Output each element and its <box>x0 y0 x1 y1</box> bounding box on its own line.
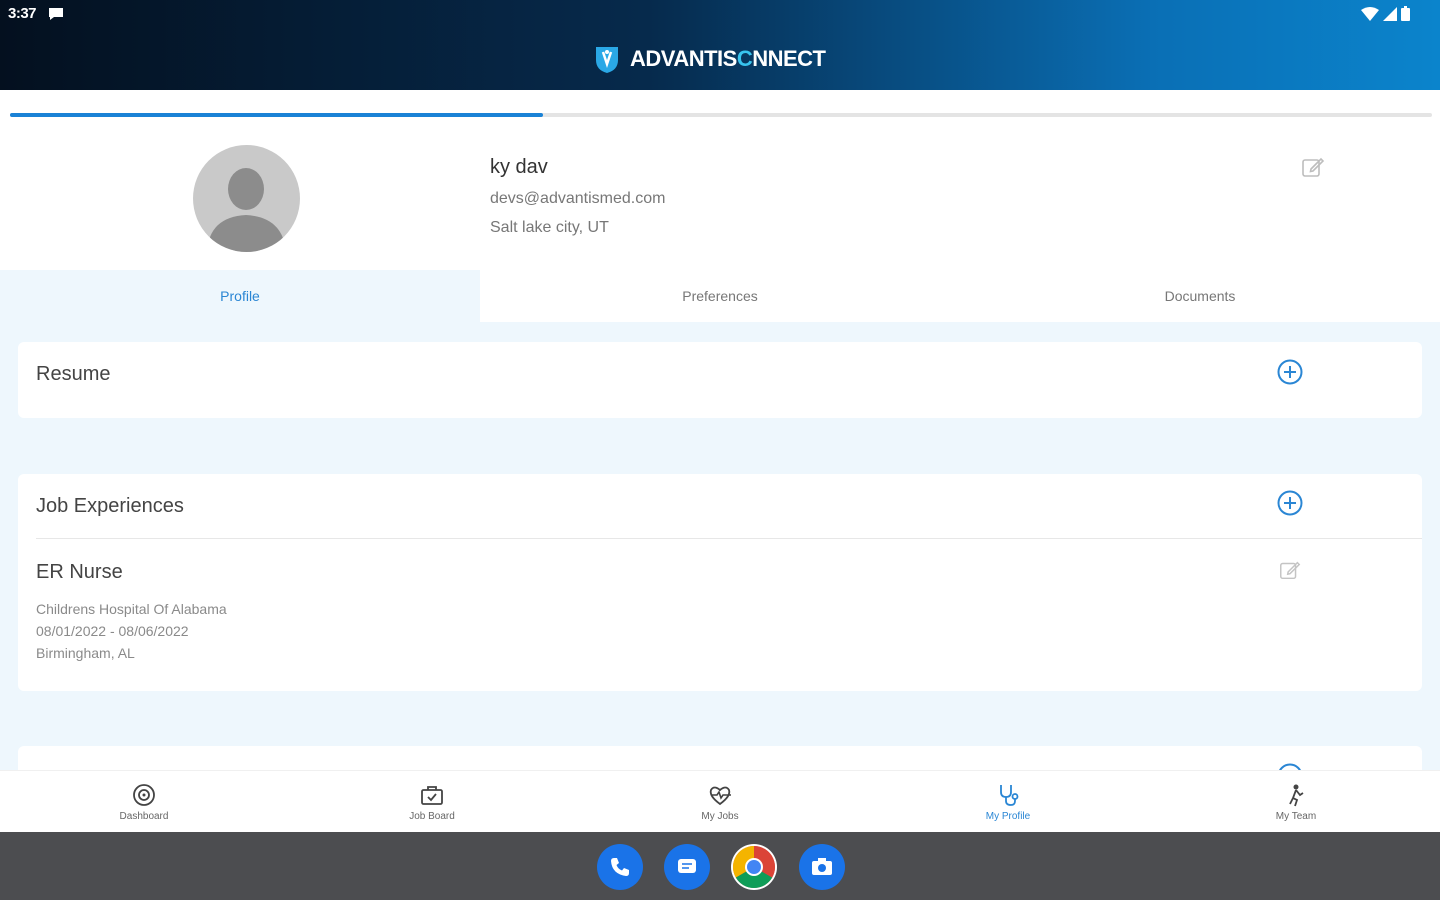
nav-dashboard-label: Dashboard <box>119 810 169 822</box>
android-dock <box>0 832 1440 900</box>
job-dates: 08/01/2022 - 08/06/2022 <box>36 623 189 639</box>
signal-icon <box>1383 6 1397 21</box>
message-notification-icon <box>49 8 63 20</box>
resume-card: Resume <box>18 342 1422 418</box>
profile-content: ky dav devs@advantismed.com Salt lake ci… <box>0 90 1440 770</box>
camera-app-icon[interactable] <box>799 844 845 890</box>
phone-glyph-icon <box>611 858 629 876</box>
dashboard-icon <box>133 783 155 806</box>
nav-job-board[interactable]: Job Board <box>288 771 576 832</box>
phone-app-icon[interactable] <box>597 844 643 890</box>
next-section-card <box>18 746 1422 770</box>
nav-job-board-label: Job Board <box>409 810 455 822</box>
nav-dashboard[interactable]: Dashboard <box>0 771 288 832</box>
profile-progress-fill <box>10 113 544 117</box>
status-bar: 3:37 <box>0 0 1440 28</box>
messages-app-icon[interactable] <box>664 844 710 890</box>
briefcase-icon <box>421 785 443 805</box>
edit-profile-icon[interactable] <box>1300 154 1326 180</box>
logo-text: ADVANTISCNNECT <box>630 46 826 71</box>
profile-progress-bar <box>10 113 1432 117</box>
nav-my-team[interactable]: My Team <box>1152 771 1440 832</box>
app-logo: ADVANTISCNNECT <box>592 44 826 74</box>
tab-documents[interactable]: Documents <box>960 270 1440 322</box>
nav-my-jobs[interactable]: My Jobs <box>576 771 864 832</box>
card-divider <box>36 538 1422 539</box>
nav-my-team-label: My Team <box>1275 810 1317 822</box>
nav-my-profile[interactable]: My Profile <box>864 771 1152 832</box>
job-title: ER Nurse <box>36 561 123 583</box>
profile-tabs: Profile Preferences Documents <box>0 270 1440 322</box>
camera-glyph-icon <box>812 858 832 875</box>
profile-header-section: ky dav devs@advantismed.com Salt lake ci… <box>0 90 1440 270</box>
status-time: 3:37 <box>8 5 37 22</box>
job-experiences-card: Job Experiences ER Nurse Childrens Hospi… <box>18 474 1422 691</box>
wifi-icon <box>1361 6 1379 21</box>
job-facility: Childrens Hospital Of Alabama <box>36 601 227 617</box>
messages-glyph-icon <box>678 859 696 873</box>
nav-my-jobs-label: My Jobs <box>701 810 739 822</box>
chrome-app-icon[interactable] <box>731 844 777 890</box>
nav-my-profile-label: My Profile <box>985 810 1031 822</box>
add-resume-button[interactable] <box>1276 358 1304 386</box>
battery-icon <box>1401 6 1410 21</box>
resume-title: Resume <box>36 363 111 385</box>
tab-profile[interactable]: Profile <box>0 270 480 322</box>
status-icons <box>1361 6 1410 21</box>
add-section-button[interactable] <box>1276 762 1304 770</box>
tab-preferences[interactable]: Preferences <box>480 270 960 322</box>
heart-pulse-icon <box>709 786 731 805</box>
app-header: 3:37 ADVANTISCNNECT <box>0 0 1440 90</box>
bottom-navigation: Dashboard Job Board My Jobs My Profile M… <box>0 770 1440 832</box>
advantis-logo-icon <box>596 47 618 73</box>
edit-job-icon[interactable] <box>1278 558 1302 582</box>
avatar[interactable] <box>193 145 300 252</box>
chrome-glyph-icon <box>732 846 776 889</box>
avatar-placeholder-icon <box>207 168 286 252</box>
person-team-icon <box>1289 784 1304 806</box>
user-email: devs@advantismed.com <box>490 190 666 207</box>
job-location: Birmingham, AL <box>36 645 135 661</box>
user-location: Salt lake city, UT <box>490 219 609 236</box>
stethoscope-icon <box>1000 784 1019 806</box>
user-name: ky dav <box>490 156 548 178</box>
add-job-experience-button[interactable] <box>1276 489 1304 517</box>
job-experiences-title: Job Experiences <box>36 495 184 517</box>
